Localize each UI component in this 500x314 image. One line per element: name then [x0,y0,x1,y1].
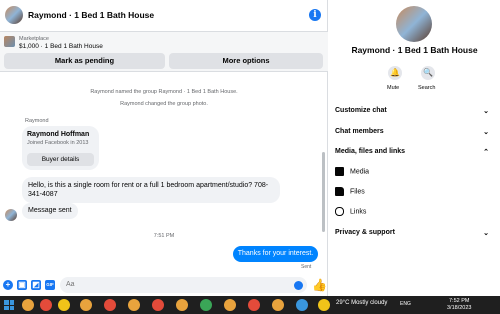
chrome-icon[interactable] [224,299,236,311]
message-input[interactable] [60,277,307,293]
sender-name: Raymond [25,118,49,124]
app-icon[interactable] [296,299,308,311]
incoming-message[interactable]: Message sent [22,203,78,219]
message-timestamp: 7:51 PM [153,233,175,239]
link-icon [335,207,344,216]
weather-icon [318,299,330,311]
plus-icon[interactable]: + [3,280,13,290]
outgoing-message[interactable]: Thanks for your interest. [233,246,318,262]
chevron-down-icon: ⌄ [483,129,489,136]
customize-chat-label: Customize chat [335,107,387,114]
media-item[interactable]: Media [335,167,369,176]
chrome-icon[interactable] [104,299,116,311]
chat-members-section[interactable]: Chat members ⌄ [335,128,495,136]
composer: + ▣ ◩ GIF 👍 [0,274,328,296]
system-message: Raymond named the group Raymond · 1 Bed … [90,89,238,95]
sidebar-group-avatar[interactable] [396,6,432,42]
image-icon[interactable]: ▣ [17,280,27,290]
privacy-support-section[interactable]: Privacy & support ⌄ [335,229,495,237]
media-label: Media [350,168,370,176]
links-label: Links [350,208,367,216]
privacy-support-label: Privacy & support [335,229,395,236]
buyer-card: Raymond Hoffman Joined Facebook in 2013 … [22,126,99,170]
more-options-button[interactable]: More options [169,53,323,69]
system-message: Raymond changed the group photo. [120,101,208,107]
chrome-icon[interactable] [152,299,164,311]
gif-icon[interactable]: GIF [45,280,55,290]
links-item[interactable]: Links [335,207,366,216]
incoming-message[interactable]: Hello, is this a single room for rent or… [22,177,280,203]
chrome-icon[interactable] [200,299,212,311]
chevron-down-icon: ⌄ [483,108,489,115]
chrome-icon[interactable] [176,299,188,311]
mark-as-pending-button[interactable]: Mark as pending [4,53,165,69]
windows-taskbar: 29°C Mostly cloudy ENG 7:52 PM 3/18/2023 [0,296,500,314]
clock[interactable]: 7:52 PM 3/18/2023 [447,298,471,312]
media-files-links-section[interactable]: Media, files and links ⌃ [335,148,495,156]
file-icon [335,187,344,196]
bell-icon[interactable]: 🔔 [388,66,402,80]
chrome-icon[interactable] [80,299,92,311]
chat-info-sidebar: Raymond · 1 Bed 1 Bath House 🔔 Mute 🔍 Se… [329,0,500,296]
sticker-icon[interactable]: ◩ [31,280,41,290]
chat-header: Raymond · 1 Bed 1 Bath House i [0,0,328,32]
windows-start-icon[interactable] [4,300,14,310]
folder-icon[interactable] [58,299,70,311]
chat-members-label: Chat members [335,128,384,135]
weather-status[interactable]: 29°C Mostly cloudy [336,300,387,306]
chrome-icon[interactable] [272,299,284,311]
thumbs-up-icon[interactable]: 👍 [312,278,327,292]
buyer-name: Raymond Hoffman [27,131,90,138]
messenger-window: Raymond · 1 Bed 1 Bath House i Marketpla… [0,0,500,296]
buyer-joined: Joined Facebook in 2013 [27,140,89,146]
chat-scrollbar[interactable] [322,152,325,232]
media-files-links-label: Media, files and links [335,148,406,155]
files-label: Files [350,188,365,196]
chat-pane: Raymond · 1 Bed 1 Bath House i Marketpla… [0,0,328,296]
marketplace-label: Marketplace [19,36,49,42]
sender-avatar[interactable] [5,209,17,221]
chrome-icon[interactable] [22,299,34,311]
clock-time: 7:52 PM [448,298,470,304]
buyer-details-button[interactable]: Buyer details [27,153,94,166]
chevron-down-icon: ⌄ [483,230,489,237]
chrome-icon[interactable] [248,299,260,311]
photo-icon [335,167,344,176]
chrome-icon[interactable] [40,299,52,311]
listing-title[interactable]: $1,000 · 1 Bed 1 Bath House [19,43,103,50]
sidebar-title: Raymond · 1 Bed 1 Bath House [351,45,478,55]
group-avatar[interactable] [5,6,23,24]
search-label[interactable]: Search [418,85,435,91]
mute-label[interactable]: Mute [387,85,399,91]
language-indicator[interactable]: ENG [400,301,411,307]
chrome-icon[interactable] [128,299,140,311]
info-icon[interactable]: i [309,9,321,21]
emoji-icon[interactable] [294,281,303,290]
files-item[interactable]: Files [335,187,365,196]
message-status: Sent [301,264,312,270]
chat-title[interactable]: Raymond · 1 Bed 1 Bath House [28,10,154,20]
clock-date: 3/18/2023 [447,305,472,311]
search-icon[interactable]: 🔍 [421,66,435,80]
chevron-up-icon: ⌃ [483,149,489,156]
customize-chat-section[interactable]: Customize chat ⌄ [335,107,495,115]
listing-thumbnail[interactable] [4,36,15,47]
